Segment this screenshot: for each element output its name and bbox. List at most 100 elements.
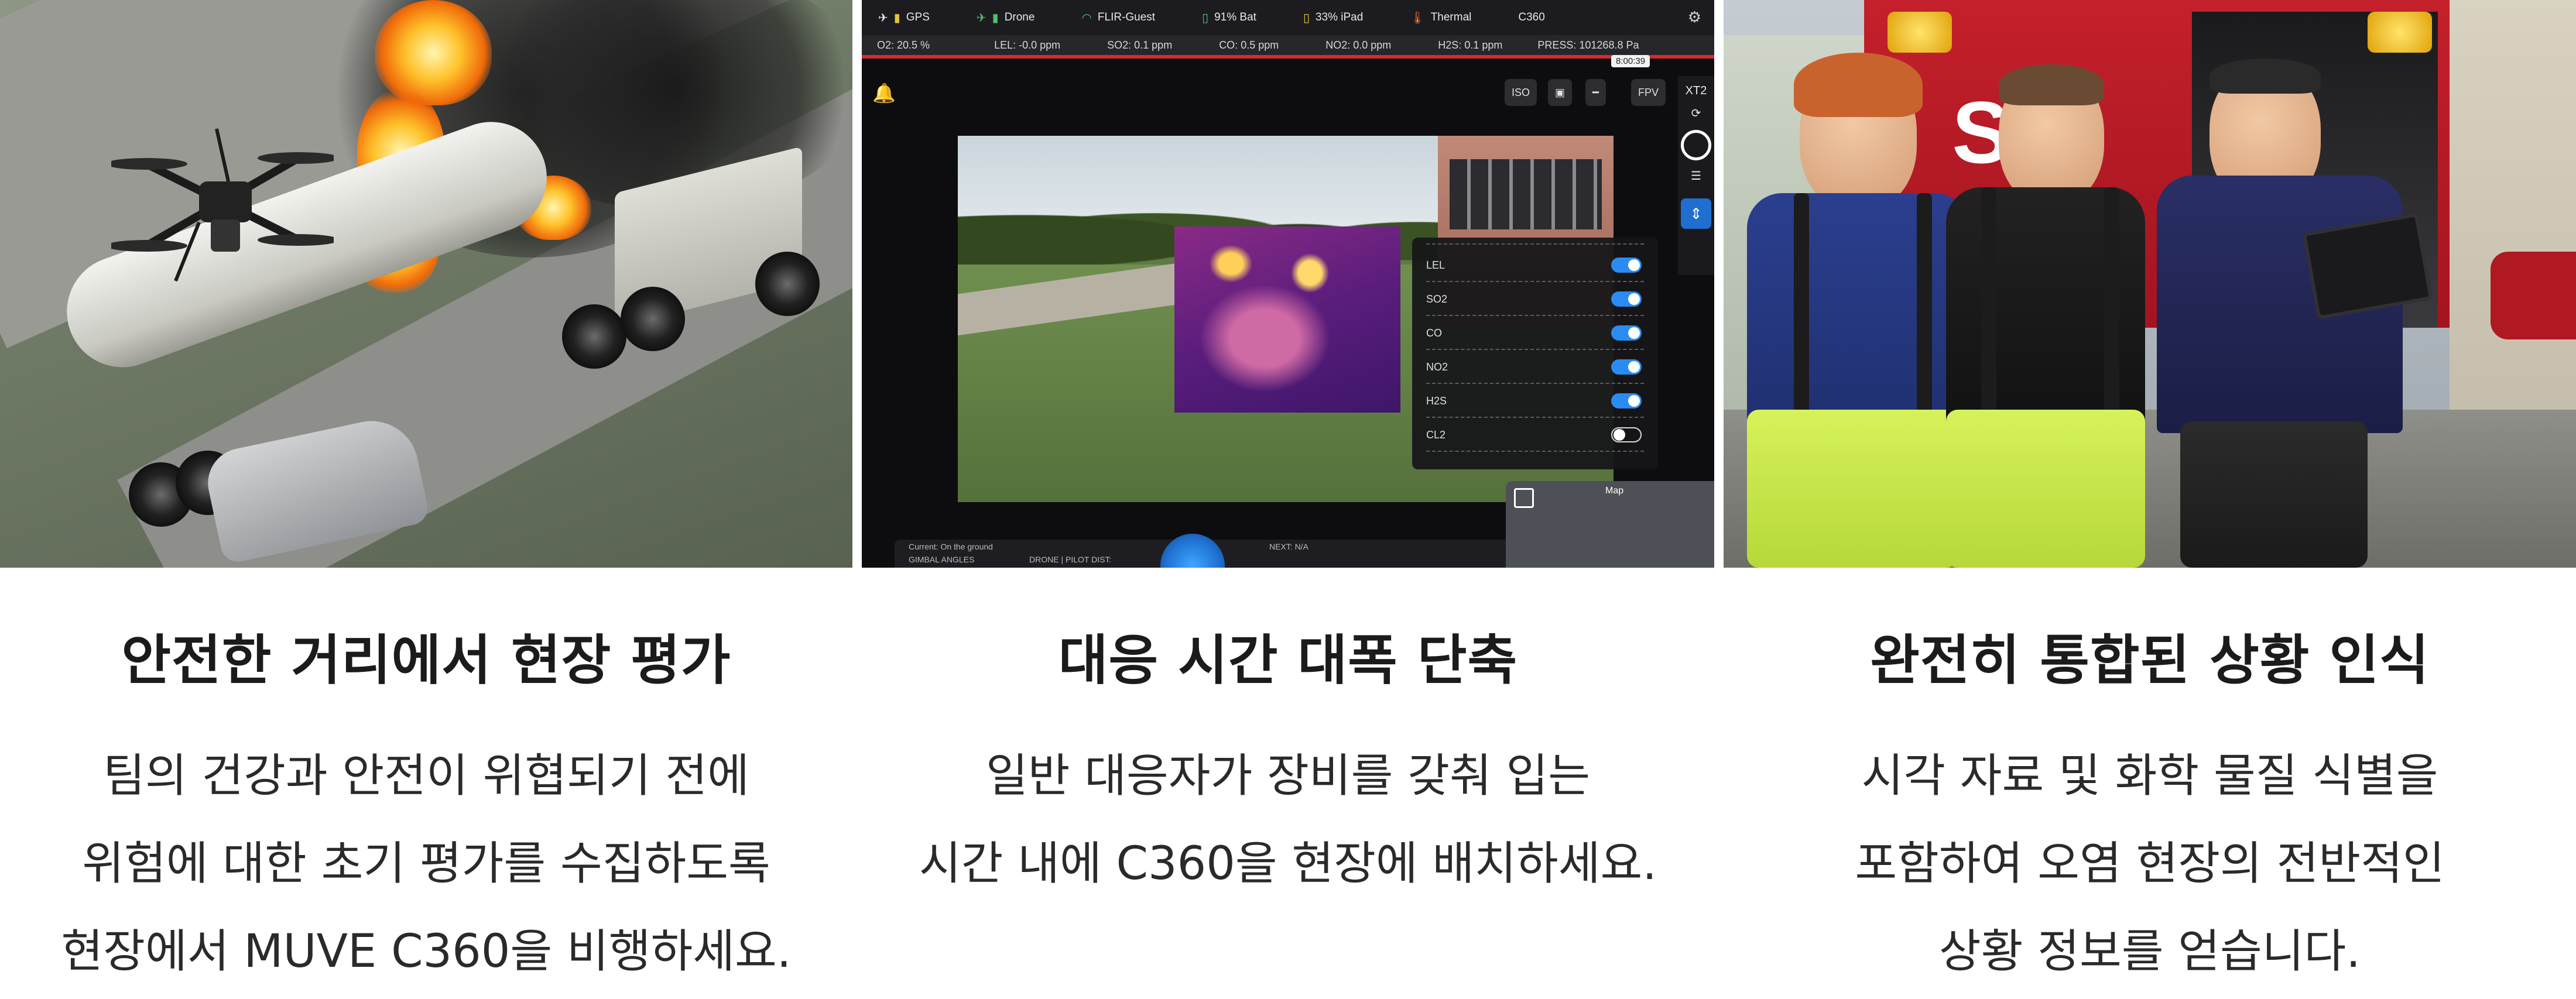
shutter-button[interactable]	[1681, 130, 1711, 160]
camera-select-label[interactable]: XT2	[1686, 84, 1707, 98]
panel-description: 팀의 건강과 안전이 위협되기 전에 위험에 대한 초기 평가를 수집하도록 현…	[0, 732, 852, 995]
flight-timer: 8:00:39	[1611, 55, 1650, 67]
gas-label: CL2	[1426, 429, 1446, 441]
sliders-icon[interactable]: ☰	[1691, 169, 1701, 183]
panel-response-time: ✈ ▮ GPS ✈ ▮ Drone ◠ FLIR-Guest ▯ 91% Bat…	[862, 0, 1714, 999]
gimbal-label: GIMBAL ANGLES	[909, 555, 975, 564]
caption-3: 완전히 통합된 상황 인식 시각 자료 및 화학 물질 식별을 포함하여 오염 …	[1724, 568, 2576, 999]
gas-row-no2: NO2	[1426, 350, 1644, 384]
camera-mode-button[interactable]: ▣	[1548, 79, 1573, 106]
wifi-icon: ◠	[1081, 11, 1092, 25]
lel-toggle[interactable]	[1611, 258, 1642, 273]
h2s-toggle[interactable]	[1611, 393, 1642, 408]
so2-reading: SO2: 0.1 ppm	[1107, 39, 1173, 51]
panel-heading: 대응 시간 대폭 단축	[1058, 629, 1518, 692]
gas-row-lel: LEL	[1426, 248, 1644, 282]
battery-icon: ▯	[1303, 11, 1310, 25]
gas-row-co: CO	[1426, 316, 1644, 350]
press-reading: PRESS: 101268.8 Pa	[1537, 39, 1639, 51]
red-vehicle	[2491, 252, 2576, 339]
drone-graphic	[111, 128, 334, 282]
no2-reading: NO2: 0.0 ppm	[1325, 39, 1392, 51]
lel-reading: LEL: -0.0 ppm	[994, 39, 1061, 51]
gas-label: CO	[1426, 327, 1442, 339]
truck-wheel	[755, 252, 820, 316]
drone-battery: ▯ 91% Bat	[1202, 11, 1256, 25]
gas-row-so2: SO2	[1426, 282, 1644, 316]
panel-heading: 안전한 거리에서 현장 평가	[121, 629, 731, 692]
description-line: 포함하여 오염 현장의 전반적인	[1855, 837, 2445, 890]
panel-safe-assessment: 안전한 거리에서 현장 평가 팀의 건강과 안전이 위협되기 전에 위험에 대한…	[0, 0, 852, 999]
gas-sensor-toggles: LEL SO2 CO NO2 H2S CL2	[1412, 238, 1658, 469]
description-line: 위험에 대한 초기 평가를 수집하도록	[82, 837, 770, 890]
ipad-label: 33% iPad	[1315, 11, 1364, 23]
bell-icon[interactable]: 🔔	[872, 82, 896, 104]
expand-panel-icon[interactable]: ⇕	[1681, 198, 1711, 229]
h2s-reading: H2S: 0.1 ppm	[1438, 39, 1503, 51]
gas-label: LEL	[1426, 259, 1445, 271]
current-state: Current: On the ground	[909, 542, 993, 551]
gas-label: SO2	[1426, 293, 1448, 305]
gas-label: NO2	[1426, 361, 1448, 373]
wifi-status: ◠ FLIR-Guest	[1081, 11, 1155, 25]
co-toggle[interactable]	[1611, 325, 1642, 341]
co-reading: CO: 0.5 ppm	[1219, 39, 1279, 51]
cl2-toggle[interactable]	[1611, 427, 1642, 442]
mini-map[interactable]: Map	[1506, 481, 1714, 568]
caption-1: 안전한 거리에서 현장 평가 팀의 건강과 안전이 위협되기 전에 위험에 대한…	[0, 568, 852, 999]
warning-light	[2368, 12, 2432, 53]
gps-label: GPS	[906, 11, 930, 23]
panel-description: 일반 대응자가 장비를 갖춰 입는 시간 내에 C360을 현장에 배치하세요.	[862, 732, 1714, 908]
description-line: 시간 내에 C360을 현장에 배치하세요.	[919, 837, 1657, 890]
drone-icon: ✈	[976, 11, 986, 25]
compass-indicator	[1160, 534, 1225, 568]
warning-light	[1888, 12, 1952, 53]
camera-control-panel: XT2 ⟳ ☰ ⇕	[1678, 76, 1714, 275]
gas-row-cl2: CL2	[1426, 418, 1644, 452]
next-waypoint: NEXT: N/A	[1269, 542, 1308, 551]
status-bar: ✈ ▮ GPS ✈ ▮ Drone ◠ FLIR-Guest ▯ 91% Bat…	[862, 0, 1714, 35]
expand-map-icon[interactable]	[1514, 488, 1534, 508]
o2-reading: O2: 20.5 %	[877, 39, 930, 51]
gas-label: H2S	[1426, 395, 1447, 407]
description-line: 시각 자료 및 화학 물질 식별을	[1861, 750, 2438, 802]
thermometer-icon: 🌡	[1410, 11, 1425, 25]
caption-2: 대응 시간 대폭 단축 일반 대응자가 장비를 갖춰 입는 시간 내에 C360…	[862, 568, 1714, 999]
gas-row-partial	[1426, 233, 1644, 245]
sensor-readings-bar: O2: 20.5 % LEL: -0.0 ppm SO2: 0.1 ppm CO…	[862, 35, 1714, 59]
no2-toggle[interactable]	[1611, 359, 1642, 375]
camera-switch-icon[interactable]: ⟳	[1691, 106, 1701, 121]
map-label: Map	[1605, 486, 1624, 496]
panel-description: 시각 자료 및 화학 물질 식별을 포함하여 오염 현장의 전반적인 상황 정보…	[1724, 732, 2576, 995]
gas-row-h2s: H2S	[1426, 384, 1644, 418]
ipad-battery: ▯ 33% iPad	[1303, 11, 1363, 25]
distance-label: DRONE | PILOT DIST:	[1029, 555, 1112, 564]
description-line: 팀의 건강과 안전이 위협되기 전에	[103, 750, 749, 802]
truck-wheel	[621, 287, 685, 351]
description-line: 상황 정보를 얻습니다.	[1938, 925, 2361, 978]
drone-label: Drone	[1004, 11, 1035, 23]
wifi-label: FLIR-Guest	[1097, 11, 1156, 23]
thermal-overlay	[1174, 226, 1400, 413]
drone-icon: ✈	[878, 11, 888, 25]
gear-icon[interactable]: ⚙	[1688, 8, 1701, 26]
so2-toggle[interactable]	[1611, 291, 1642, 307]
battery-label: 91% Bat	[1214, 11, 1256, 23]
panel-heading: 완전히 통합된 상황 인식	[1870, 629, 2430, 692]
panel-situational-awareness: ST. 완전히	[1724, 0, 2576, 999]
signal-bars-icon: ▮	[893, 11, 900, 25]
signal-bars-icon: ▮	[992, 11, 999, 25]
exposure-button[interactable]: ━	[1585, 79, 1606, 106]
device-name: C360	[1518, 11, 1544, 24]
description-line: 일반 대응자가 장비를 갖춰 입는	[985, 750, 1591, 802]
thermal-label: Thermal	[1430, 11, 1472, 23]
iso-button[interactable]: ISO	[1505, 79, 1537, 106]
battery-icon: ▯	[1202, 11, 1209, 25]
gps-status: ✈ ▮ GPS	[878, 11, 930, 25]
burning-truck-photo	[0, 0, 852, 568]
drone-status: ✈ ▮ Drone	[977, 11, 1035, 25]
fpv-button[interactable]: FPV	[1631, 79, 1666, 106]
device-label: C360	[1518, 11, 1545, 23]
truck-wheel	[562, 304, 626, 369]
tablet-screen-photo: ✈ ▮ GPS ✈ ▮ Drone ◠ FLIR-Guest ▯ 91% Bat…	[862, 0, 1714, 568]
